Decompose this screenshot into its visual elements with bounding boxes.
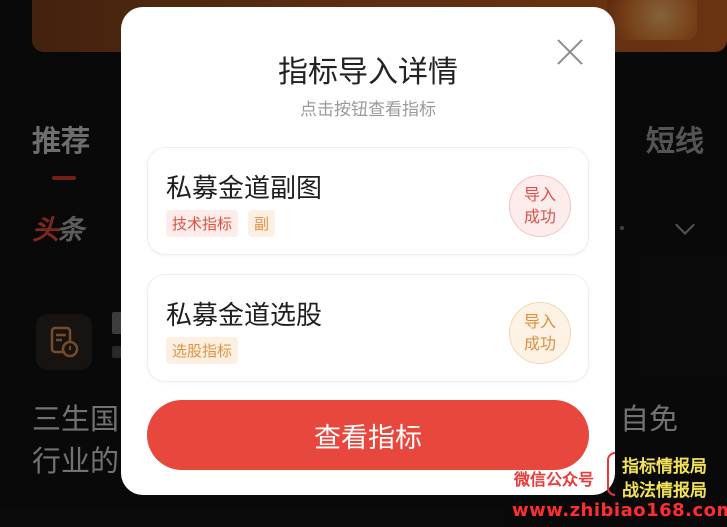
app-screen: 推荐 短线 头条 三生国 自免 行业的 指标导入详情 点击按钮查看指标 私募金道…: [0, 0, 727, 527]
indicator-name: 私募金道选股: [166, 301, 323, 331]
watermark-label: 微信公众号: [514, 470, 595, 489]
indicator-tags: 技术指标 副: [166, 210, 276, 237]
indicator-tag: 副: [248, 210, 276, 237]
watermark-brace: [607, 452, 615, 496]
watermark-line-2: 战法情报局: [622, 481, 707, 501]
indicator-card[interactable]: 私募金道副图 技术指标 副 导入 成功: [147, 147, 589, 255]
badge-line-2: 成功: [523, 207, 556, 226]
view-indicators-button[interactable]: 查看指标: [147, 400, 589, 470]
indicator-import-dialog: 指标导入详情 点击按钮查看指标 私募金道副图 技术指标 副 导入 成功 私募金道…: [121, 7, 615, 495]
watermark-url: www.zhibiao168.com: [512, 500, 727, 521]
indicator-name: 私募金道副图: [166, 174, 323, 204]
badge-line-1: 导入: [523, 312, 556, 331]
badge-line-2: 成功: [523, 334, 556, 353]
indicator-tags: 选股指标: [166, 337, 239, 364]
import-success-badge: 导入 成功: [509, 302, 571, 364]
indicator-tag: 选股指标: [166, 337, 239, 364]
dialog-title: 指标导入详情: [278, 55, 458, 90]
watermark-line-1: 指标情报局: [622, 457, 707, 477]
close-icon[interactable]: [555, 37, 585, 67]
badge-line-1: 导入: [523, 185, 556, 204]
import-success-badge: 导入 成功: [509, 175, 571, 237]
indicator-card[interactable]: 私募金道选股 选股指标 导入 成功: [147, 274, 589, 382]
dialog-subtitle: 点击按钮查看指标: [300, 100, 436, 120]
indicator-tag: 技术指标: [166, 210, 239, 237]
